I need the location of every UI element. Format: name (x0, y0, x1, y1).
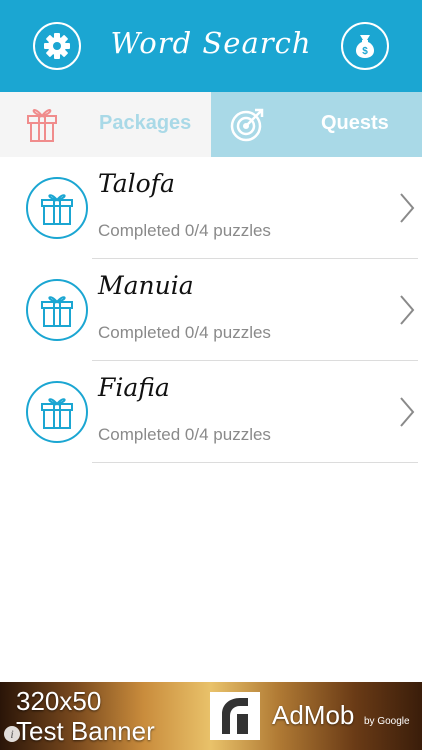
tab-packages-label: Packages (99, 112, 192, 134)
settings-button[interactable] (33, 22, 81, 70)
ad-banner[interactable]: 320x50 Test Banner AdMob by Google (0, 682, 422, 750)
tab-quests[interactable]: Quests (211, 92, 422, 157)
package-row[interactable]: Manuia Completed 0/4 puzzles (0, 259, 422, 361)
package-name: Fiafia (98, 373, 170, 402)
chevron-right-icon (400, 397, 415, 427)
ad-text-size: 320x50 (16, 686, 102, 716)
chevron-right-icon (400, 193, 415, 223)
tab-packages[interactable]: Packages (0, 92, 211, 157)
target-arrow-icon (230, 108, 264, 142)
gift-icon (41, 398, 73, 429)
app-header: Word Search $ (0, 0, 422, 92)
row-divider (92, 462, 418, 463)
package-row[interactable]: Talofa Completed 0/4 puzzles (0, 157, 422, 259)
gift-icon (27, 109, 57, 142)
package-icon (26, 381, 88, 443)
admob-logo (210, 692, 260, 740)
package-icon (26, 177, 88, 239)
ad-text-label: Test Banner (16, 716, 155, 746)
tab-bar: Packages Quests (0, 92, 422, 157)
admob-logo-icon (222, 698, 248, 734)
package-progress: Completed 0/4 puzzles (98, 221, 271, 240)
gear-icon (44, 33, 70, 59)
tab-quests-label: Quests (321, 112, 389, 134)
svg-text:$: $ (362, 46, 368, 57)
shop-button[interactable]: $ (341, 22, 389, 70)
package-progress: Completed 0/4 puzzles (98, 323, 271, 342)
ad-by-google: by Google (364, 716, 410, 727)
money-bag-icon: $ (355, 35, 375, 58)
ad-brand: AdMob (272, 700, 355, 730)
app-title: Word Search (110, 26, 312, 60)
package-row[interactable]: Fiafia Completed 0/4 puzzles (0, 361, 422, 463)
gift-icon (41, 296, 73, 327)
package-name: Talofa (98, 169, 175, 198)
package-progress: Completed 0/4 puzzles (98, 425, 271, 444)
chevron-right-icon (400, 295, 415, 325)
package-icon (26, 279, 88, 341)
gift-icon (41, 194, 73, 225)
package-name: Manuia (98, 271, 194, 300)
info-icon[interactable]: i (4, 726, 20, 742)
